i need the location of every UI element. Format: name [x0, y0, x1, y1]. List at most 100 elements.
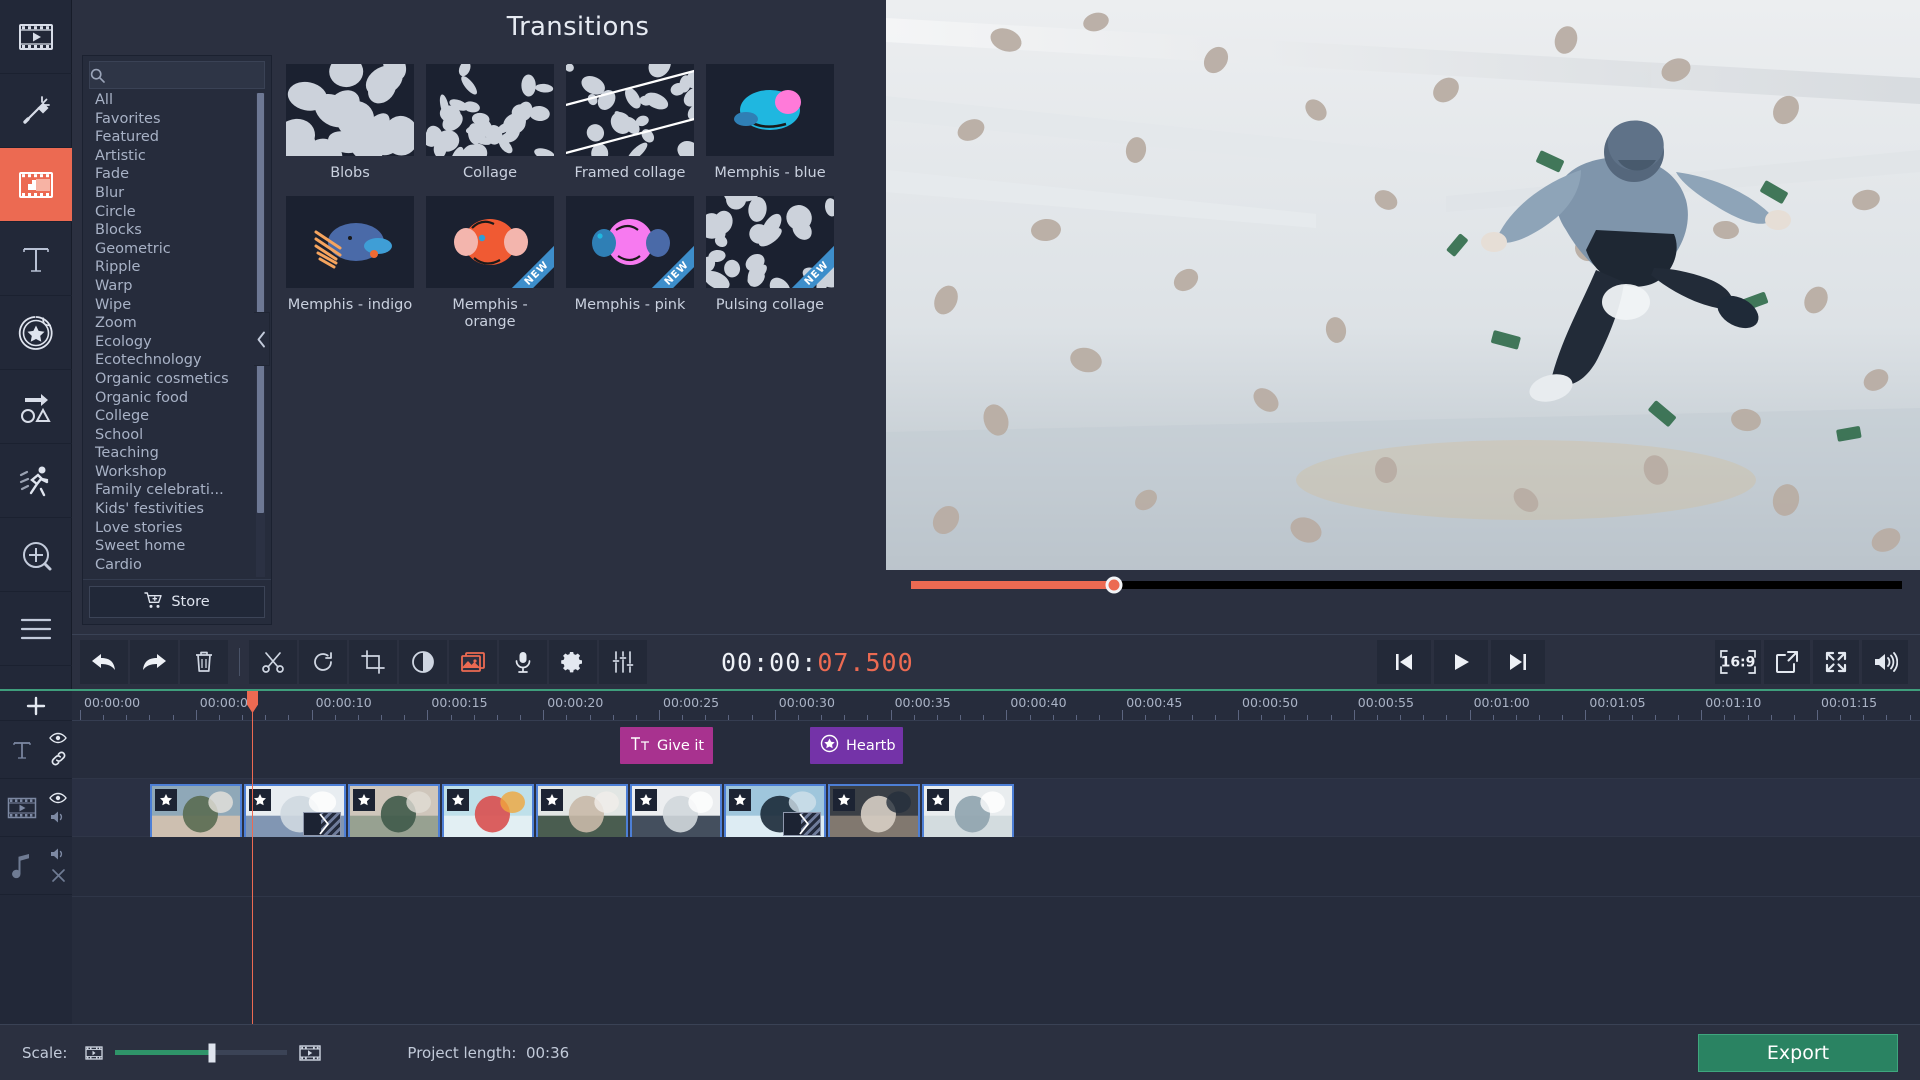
- category-item[interactable]: Circle: [89, 203, 255, 222]
- detach-preview-button[interactable]: [1764, 640, 1810, 684]
- category-item[interactable]: All: [89, 91, 255, 110]
- track-header-title[interactable]: [0, 721, 72, 779]
- sidebar-item-stickers[interactable]: [0, 296, 72, 370]
- category-item[interactable]: Blocks: [89, 221, 255, 240]
- sidebar-item-import-media[interactable]: [0, 0, 72, 74]
- category-item[interactable]: Fade: [89, 165, 255, 184]
- clip-transition-marker[interactable]: [783, 812, 821, 836]
- color-adjust-button[interactable]: [399, 640, 447, 684]
- collapse-panel-button[interactable]: [254, 312, 270, 366]
- video-clip[interactable]: [922, 784, 1014, 842]
- category-item[interactable]: Love stories: [89, 519, 255, 538]
- category-item[interactable]: Sweet home: [89, 537, 255, 556]
- category-item[interactable]: Zoom: [89, 314, 255, 333]
- store-button[interactable]: Store: [89, 586, 265, 618]
- record-audio-button[interactable]: [499, 640, 547, 684]
- timeline-ruler[interactable]: 00:00:0000:00:0500:00:1000:00:1500:00:20…: [72, 691, 1920, 721]
- unlink-icon[interactable]: [50, 867, 67, 884]
- transition-thumbnail[interactable]: NEW: [426, 196, 554, 288]
- video-track[interactable]: [72, 779, 1920, 837]
- transition-thumbnail[interactable]: [286, 64, 414, 156]
- sidebar-item-transitions[interactable]: [0, 148, 72, 222]
- track-header-video[interactable]: [0, 779, 72, 837]
- video-clip[interactable]: [442, 784, 534, 842]
- delete-button[interactable]: [180, 640, 228, 684]
- volume-button[interactable]: [1862, 640, 1908, 684]
- transition-thumbnail[interactable]: NEW: [566, 196, 694, 288]
- scrubber-handle[interactable]: [1106, 577, 1123, 594]
- link-icon[interactable]: [50, 750, 67, 767]
- title-track[interactable]: Give it Heartb: [72, 721, 1920, 779]
- undo-button[interactable]: [80, 640, 128, 684]
- category-item[interactable]: Blur: [89, 184, 255, 203]
- rotate-button[interactable]: [299, 640, 347, 684]
- eye-icon[interactable]: [49, 792, 67, 804]
- category-item[interactable]: Family celebrati...: [89, 481, 255, 500]
- transition-thumbnail[interactable]: NEW: [706, 196, 834, 288]
- previous-frame-button[interactable]: [1377, 640, 1431, 684]
- transition-thumbnail[interactable]: [706, 64, 834, 156]
- sidebar-item-titles[interactable]: [0, 222, 72, 296]
- category-item[interactable]: Teaching: [89, 444, 255, 463]
- scale-slider[interactable]: [115, 1050, 287, 1055]
- category-item[interactable]: Cardio: [89, 556, 255, 575]
- clip-properties-button[interactable]: [549, 640, 597, 684]
- title-clip[interactable]: Heartb: [810, 727, 903, 764]
- clip-transition-marker[interactable]: [303, 812, 341, 836]
- title-clip[interactable]: Give it: [620, 727, 713, 764]
- sidebar-item-motion-tracking[interactable]: [0, 444, 72, 518]
- category-item[interactable]: Organic food: [89, 389, 255, 408]
- video-clip[interactable]: [150, 784, 242, 842]
- scale-slider-handle[interactable]: [208, 1043, 215, 1062]
- category-item[interactable]: School: [89, 426, 255, 445]
- transition-item[interactable]: Memphis - indigo: [286, 196, 414, 331]
- transition-item[interactable]: Memphis - blue: [706, 64, 834, 182]
- image-effects-button[interactable]: [449, 640, 497, 684]
- split-button[interactable]: [249, 640, 297, 684]
- scrubber-track[interactable]: [911, 581, 1902, 589]
- transition-item[interactable]: Collage: [426, 64, 554, 182]
- category-item[interactable]: Wipe: [89, 296, 255, 315]
- audio-track[interactable]: [72, 837, 1920, 897]
- search-box[interactable]: [89, 61, 265, 89]
- aspect-ratio-button[interactable]: 16:9: [1715, 640, 1761, 684]
- transition-item[interactable]: NEWMemphis - orange: [426, 196, 554, 331]
- category-item[interactable]: Workshop: [89, 463, 255, 482]
- add-track-button[interactable]: [0, 691, 72, 721]
- transition-item[interactable]: NEWMemphis - pink: [566, 196, 694, 331]
- transition-item[interactable]: NEWPulsing collage: [706, 196, 834, 331]
- category-item[interactable]: Featured: [89, 128, 255, 147]
- audio-equalizer-button[interactable]: [599, 640, 647, 684]
- fullscreen-button[interactable]: [1813, 640, 1859, 684]
- video-clip[interactable]: [828, 784, 920, 842]
- category-item[interactable]: Ripple: [89, 258, 255, 277]
- crop-button[interactable]: [349, 640, 397, 684]
- sidebar-item-more-tools[interactable]: [0, 592, 72, 666]
- transition-item[interactable]: Framed collage: [566, 64, 694, 182]
- timeline-small-icon[interactable]: [85, 1045, 103, 1061]
- play-button[interactable]: [1434, 640, 1488, 684]
- speaker-icon[interactable]: [49, 810, 67, 824]
- transition-item[interactable]: Blobs: [286, 64, 414, 182]
- export-button[interactable]: Export: [1698, 1034, 1898, 1072]
- category-item[interactable]: Geometric: [89, 240, 255, 259]
- timeline-large-icon[interactable]: [299, 1044, 321, 1062]
- sidebar-item-animation[interactable]: [0, 370, 72, 444]
- transition-thumbnail[interactable]: [566, 64, 694, 156]
- search-input[interactable]: [105, 68, 275, 83]
- transition-thumbnail[interactable]: [286, 196, 414, 288]
- category-item[interactable]: Artistic: [89, 147, 255, 166]
- video-clip[interactable]: [536, 784, 628, 842]
- category-item[interactable]: College: [89, 407, 255, 426]
- category-item[interactable]: Favorites: [89, 110, 255, 129]
- category-list[interactable]: AllFavoritesFeaturedArtisticFadeBlurCirc…: [89, 91, 265, 579]
- video-clip[interactable]: [348, 784, 440, 842]
- sidebar-item-filters[interactable]: [0, 74, 72, 148]
- category-item[interactable]: Ecotechnology: [89, 351, 255, 370]
- sidebar-item-highlight-conceal[interactable]: [0, 518, 72, 592]
- speaker-icon[interactable]: [49, 847, 67, 861]
- eye-icon[interactable]: [49, 732, 67, 744]
- category-item[interactable]: Kids' festivities: [89, 500, 255, 519]
- track-header-audio[interactable]: [0, 837, 72, 895]
- redo-button[interactable]: [130, 640, 178, 684]
